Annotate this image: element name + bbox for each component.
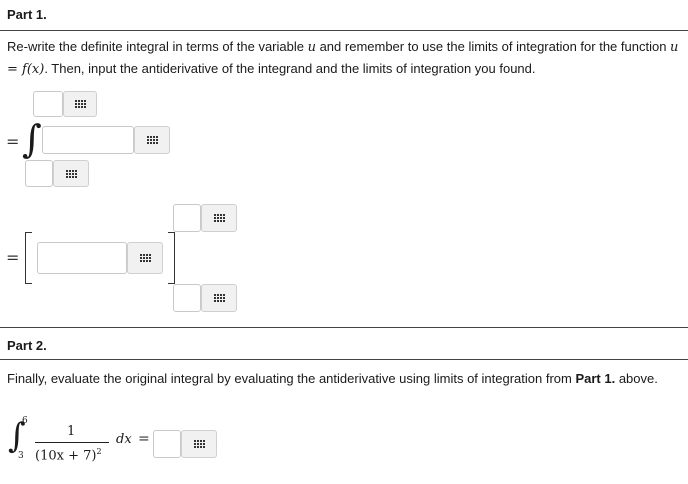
antiderivative-field[interactable]: [38, 243, 126, 273]
keypad-grid-icon: [139, 254, 151, 262]
integral-sign: ∫: [22, 117, 42, 161]
equals-sign: =: [6, 248, 20, 267]
upper-limit-input-2[interactable]: [173, 204, 201, 232]
final-answer-input[interactable]: [153, 430, 181, 458]
upper-limit-input-1[interactable]: [33, 91, 63, 117]
keypad-grid-icon: [213, 214, 225, 222]
part2-divider: [0, 359, 688, 360]
equals-sign: =: [6, 132, 20, 151]
keypad-grid-icon: [213, 294, 225, 302]
part1-divider: [0, 30, 688, 31]
differential: dx: [116, 432, 132, 447]
keypad-button[interactable]: [201, 284, 237, 312]
fraction-bar: [35, 442, 109, 443]
instruction-text: . Then, input the antiderivative of the …: [44, 61, 536, 76]
lower-limit-input-2[interactable]: [173, 284, 201, 312]
part-reference: Part 1.: [575, 371, 616, 386]
keypad-grid-icon: [74, 100, 86, 108]
antiderivative-input[interactable]: [37, 242, 127, 274]
instruction-text: and remember to use the limits of integr…: [315, 39, 671, 54]
keypad-button[interactable]: [53, 160, 89, 187]
variable-u: u: [307, 40, 316, 55]
lower-limit: 3: [18, 451, 24, 461]
part1-title: Part 1.: [7, 7, 47, 22]
lower-limit-input-1[interactable]: [25, 160, 53, 187]
part2-top-divider: [0, 327, 688, 328]
keypad-button[interactable]: [127, 242, 163, 274]
instruction-text: above.: [615, 371, 658, 386]
keypad-button[interactable]: [181, 430, 217, 458]
integrand-field[interactable]: [43, 127, 133, 153]
keypad-button[interactable]: [134, 126, 170, 154]
upper-limit: 6: [22, 416, 28, 426]
final-answer-field[interactable]: [154, 431, 180, 457]
keypad-grid-icon: [65, 169, 77, 178]
right-bracket: [168, 232, 175, 284]
instruction-text: Finally, evaluate the original integral …: [7, 371, 576, 386]
part1-instruction: Re-write the definite integral in terms …: [7, 36, 679, 80]
keypad-button[interactable]: [63, 91, 97, 117]
denominator-text: (10x + 7): [35, 448, 97, 464]
part2-title: Part 2.: [7, 338, 47, 353]
integrand-input[interactable]: [42, 126, 134, 154]
keypad-grid-icon: [146, 136, 158, 144]
lower-limit-field-2[interactable]: [174, 285, 200, 311]
keypad-grid-icon: [193, 440, 205, 448]
denominator: (10x + 7)2: [35, 447, 102, 463]
instruction-text: Re-write the definite integral in terms …: [7, 39, 308, 54]
upper-limit-field-1[interactable]: [34, 92, 62, 116]
exponent: 2: [96, 447, 102, 456]
keypad-button[interactable]: [201, 204, 237, 232]
upper-limit-field-2[interactable]: [174, 205, 200, 231]
equals-sign: =: [138, 431, 150, 447]
left-bracket: [25, 232, 32, 284]
part2-instruction: Finally, evaluate the original integral …: [7, 368, 679, 389]
numerator: 1: [67, 424, 76, 439]
lower-limit-field-1[interactable]: [26, 161, 52, 186]
